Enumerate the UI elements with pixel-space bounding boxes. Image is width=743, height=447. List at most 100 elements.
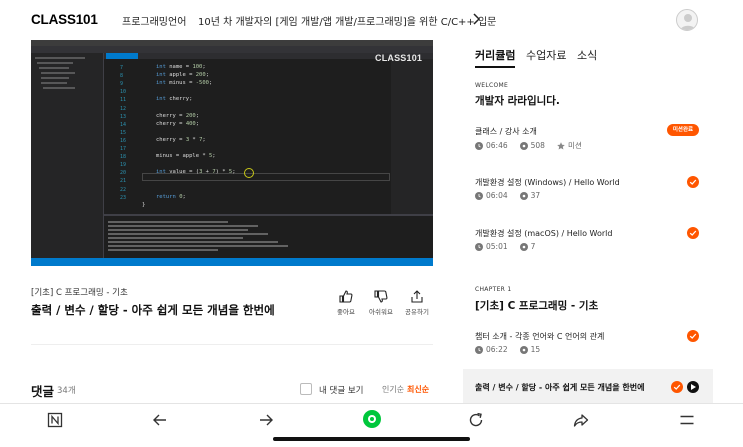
lesson-meta: 06:22 15 [475,345,540,354]
current-lesson-title[interactable]: 출력 / 변수 / 할당 - 아주 쉽게 모든 개념을 한번에 [475,382,645,393]
breadcrumb-course[interactable]: 10년 차 개발자의 [게임 개발/앱 개발/프로그래밍]을 위한 C/C++ … [198,13,496,28]
code-line: return 0; [156,193,186,200]
lesson-duration: 06:04 [486,191,508,200]
line-number: 16 [120,137,127,144]
completed-check-icon [687,227,699,239]
lecture-title: 출력 / 변수 / 할당 - 아주 쉽게 모든 개념을 한번에 [31,303,275,317]
lesson-title[interactable]: 개발환경 설정 (Windows) / Hello World [475,177,620,188]
lesson-duration: 05:01 [486,242,508,251]
clock-icon [475,242,483,251]
code-line: int minus = -500; [156,80,213,87]
tab-materials[interactable]: 수업자료 [526,47,566,63]
line-number: 23 [120,194,127,201]
cursor-indicator [244,168,254,178]
ide-toolbar [31,46,433,53]
line-number: 9 [120,81,124,88]
like-label: 좋아요 [337,308,355,316]
line-number: 14 [120,121,127,128]
lesson-duration: 06:46 [486,141,508,150]
line-number: 13 [120,113,127,120]
breadcrumb-category[interactable]: 프로그래밍언어 [122,13,186,28]
mission-complete-badge: 미션완료 [667,124,699,136]
tab-curriculum[interactable]: 커리큘럼 [475,47,515,63]
code-line: } [142,201,146,208]
code-editor: 7 8 9 10 11 12 13 14 15 16 17 18 19 20 21 22 23 int name… [104,59,391,214]
forward-arrow-icon[interactable] [258,412,274,428]
tab-news[interactable]: 소식 [577,47,597,63]
lesson-meta: 05:01 7 [475,242,535,251]
thumbs-down-icon [374,290,388,303]
eye-icon [519,345,528,354]
code-line: cherry = 400; [156,120,200,127]
code-line: int name = 100; [156,64,206,70]
share-button[interactable]: 공유하기 [399,290,435,316]
top-header: CLASS101 프로그래밍언어 10년 차 개발자의 [게임 개발/앱 개발/… [0,0,743,40]
eye-icon [519,242,528,251]
line-number: 17 [120,146,127,152]
sort-popular[interactable]: 인기순 [382,384,404,395]
code-line: int value = (3 + 7) * 5; [156,169,236,176]
refresh-icon[interactable] [468,412,484,428]
logo[interactable]: CLASS101 [31,12,98,27]
share-arrow-icon[interactable] [573,412,589,428]
lesson-views: 7 [530,242,536,251]
play-icon[interactable] [687,381,699,393]
share-label: 공유하기 [405,308,429,316]
thumbs-up-icon [339,290,353,303]
section-divider [31,344,433,345]
eye-icon [519,191,528,200]
dislike-button[interactable]: 아쉬워요 [363,290,399,316]
line-number: 8 [120,73,124,80]
like-button[interactable]: 좋아요 [328,290,364,316]
line-number: 10 [120,89,127,96]
lesson-meta: 06:04 37 [475,191,540,200]
ide-statusbar [31,258,433,266]
active-tab-underline [475,66,515,68]
line-number: 7 [120,65,124,71]
user-icon [680,14,696,30]
line-number: 22 [120,186,127,193]
back-arrow-icon[interactable] [152,412,168,428]
line-number: 18 [120,154,127,161]
line-number: 15 [120,129,127,136]
welcome-title: 개발자 라라입니다. [475,95,560,107]
chapter-title[interactable]: [기초] C 프로그래밍 - 기초 [475,298,598,313]
my-comments-label[interactable]: 내 댓글 보기 [319,384,364,396]
video-watermark: CLASS101 [375,53,423,63]
lesson-title[interactable]: 챕터 소개 - 각종 언어와 C 언어의 관계 [475,331,604,342]
share-icon [411,290,423,303]
line-number: 19 [120,162,127,169]
code-line: minus = apple * 5; [156,153,216,160]
completed-check-icon [671,381,683,393]
lesson-views: 508 [530,141,545,150]
my-comments-checkbox[interactable] [300,383,312,395]
code-line: cherry = 200; [156,112,200,119]
code-line: cherry = 3 * 7; [156,136,206,143]
comments-count: 34개 [57,386,76,396]
green-dot-button[interactable] [363,410,381,428]
sort-latest[interactable]: 최신순 [407,384,429,395]
line-number: 12 [120,105,127,112]
chevron-right-icon[interactable] [472,13,480,25]
star-icon [557,141,565,149]
code-line: int cherry; [156,96,193,103]
ide-properties-pane [391,59,433,214]
video-player[interactable]: 7 8 9 10 11 12 13 14 15 16 17 18 19 20 21 22 23 int name… [31,40,433,266]
menu-icon[interactable] [679,412,695,428]
avatar[interactable] [676,9,698,31]
naver-home-icon[interactable] [47,412,63,428]
lecture-category: [기초] C 프로그래밍 - 기초 [31,288,128,298]
code-line: int apple = 200; [156,72,209,79]
lesson-title[interactable]: 개발환경 설정 (macOS) / Hello World [475,228,612,239]
comments-title: 댓글 [31,384,55,399]
lesson-meta: 06:46 508 미션 [475,140,582,151]
lesson-mission: 미션 [567,141,582,150]
lesson-title[interactable]: 클래스 / 강사 소개 [475,126,537,137]
lesson-duration: 06:22 [486,345,508,354]
line-number: 21 [120,178,127,185]
ide-solution-explorer [31,53,104,258]
line-number: 20 [120,170,127,177]
welcome-label: WELCOME [475,82,509,89]
eye-icon [519,141,528,150]
dislike-label: 아쉬워요 [369,308,393,316]
